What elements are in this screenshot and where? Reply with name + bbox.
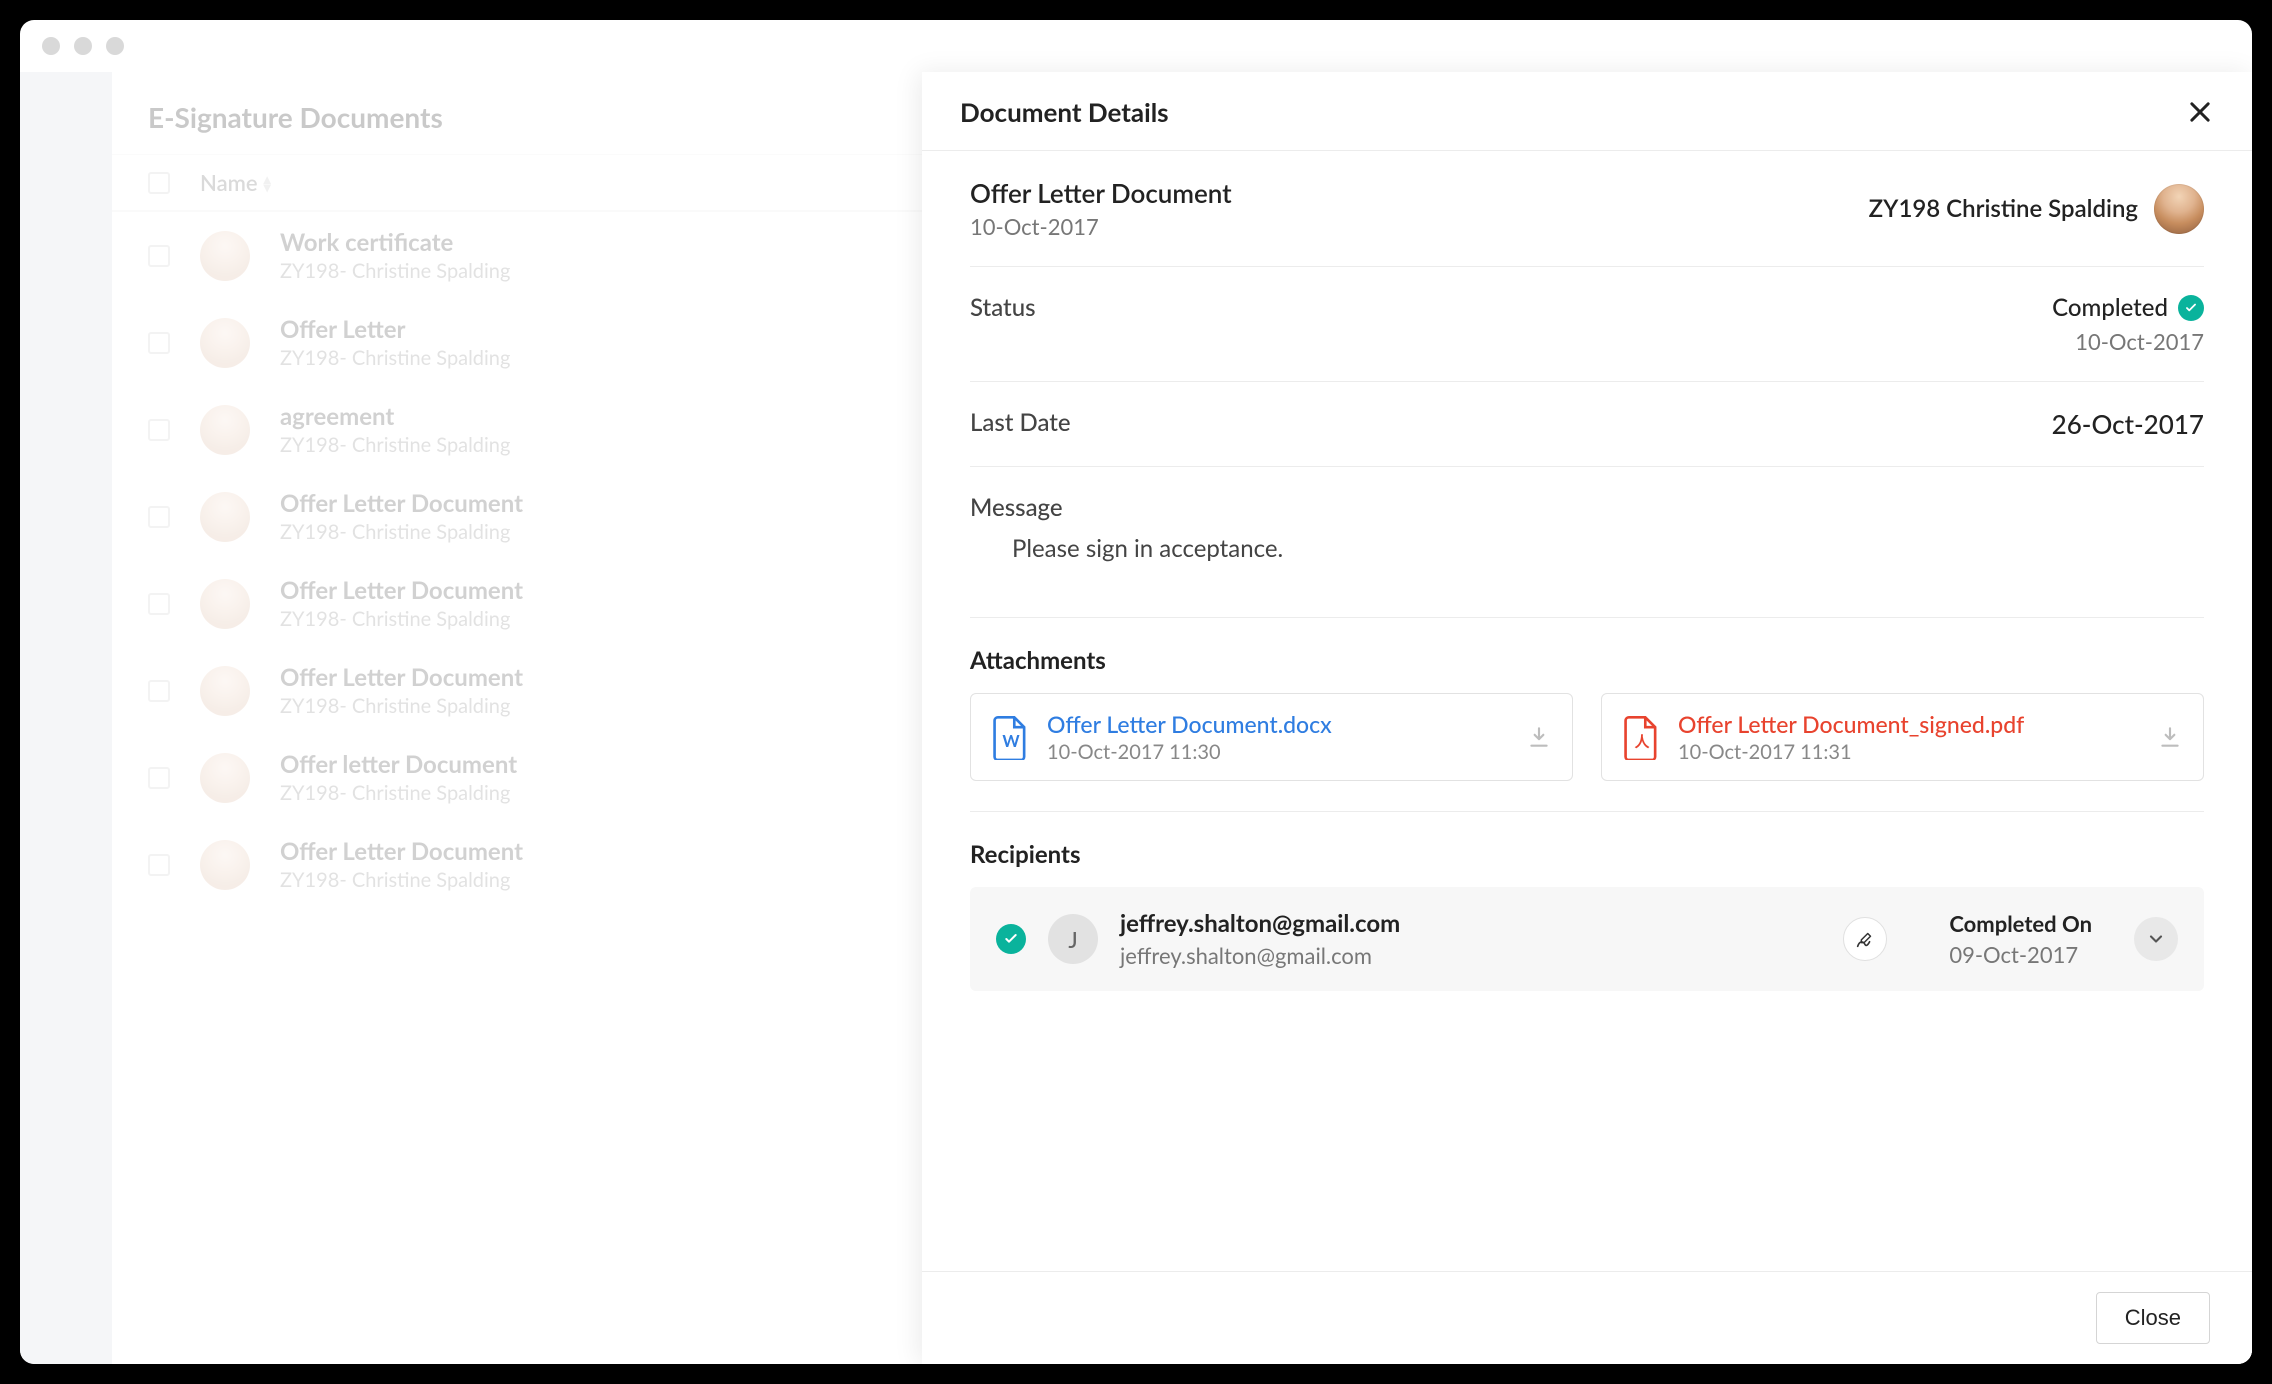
sort-icon: ▴▾ <box>264 175 271 191</box>
document-summary: Offer Letter Document 10-Oct-2017 ZY198 … <box>970 151 2204 267</box>
row-avatar <box>200 840 250 890</box>
row-subtitle: ZY198- Christine Spalding <box>280 346 510 370</box>
word-file-icon: W <box>991 714 1031 760</box>
last-date-label: Last Date <box>970 408 1071 437</box>
sign-edit-icon[interactable] <box>1843 917 1887 961</box>
row-checkbox[interactable] <box>148 506 170 528</box>
row-avatar <box>200 231 250 281</box>
row-checkbox[interactable] <box>148 854 170 876</box>
panel-footer: Close <box>922 1271 2252 1364</box>
owner-avatar <box>2154 184 2204 234</box>
row-subtitle: ZY198- Christine Spalding <box>280 520 523 544</box>
panel-header: Document Details <box>922 72 2252 151</box>
row-title: Offer Letter Document <box>280 837 523 866</box>
expand-icon[interactable] <box>2134 917 2178 961</box>
recipients-section: Recipients J jeffrey.shalton@gmail.com j… <box>970 812 2204 991</box>
row-title: Offer Letter Document <box>280 489 523 518</box>
row-avatar <box>200 318 250 368</box>
row-title: Offer letter Document <box>280 750 517 779</box>
message-section: Message Please sign in acceptance. <box>970 467 2204 618</box>
row-avatar <box>200 492 250 542</box>
traffic-light-zoom[interactable] <box>106 37 124 55</box>
recipient-completed-date: 09-Oct-2017 <box>1949 941 2092 968</box>
close-icon[interactable] <box>2186 98 2214 126</box>
recipient-completed-label: Completed On <box>1949 910 2092 937</box>
recipient-card: J jeffrey.shalton@gmail.com jeffrey.shal… <box>970 887 2204 991</box>
document-name: Offer Letter Document <box>970 177 1232 209</box>
row-title: Work certificate <box>280 228 510 257</box>
svg-text:人: 人 <box>1635 733 1650 751</box>
attachment-card[interactable]: 人 Offer Letter Document_signed.pdf 10-Oc… <box>1601 693 2204 781</box>
row-subtitle: ZY198- Christine Spalding <box>280 868 523 892</box>
status-label: Status <box>970 293 1036 322</box>
row-avatar <box>200 666 250 716</box>
row-checkbox[interactable] <box>148 332 170 354</box>
status-section: Status Completed 10-Oct-2017 <box>970 267 2204 382</box>
panel-title: Document Details <box>960 96 1169 128</box>
attachments-label: Attachments <box>970 618 2204 693</box>
attachment-name: Offer Letter Document_signed.pdf <box>1678 710 2141 738</box>
recipient-avatar: J <box>1048 914 1098 964</box>
left-nav-strip <box>20 72 112 1364</box>
column-name[interactable]: Name ▴▾ <box>200 169 271 196</box>
select-all-checkbox[interactable] <box>148 172 170 194</box>
row-title: agreement <box>280 402 510 431</box>
traffic-light-close[interactable] <box>42 37 60 55</box>
message-body: Please sign in acceptance. <box>970 522 2204 591</box>
recipients-label: Recipients <box>970 812 2204 887</box>
last-date-value: 26-Oct-2017 <box>2052 408 2204 440</box>
row-avatar <box>200 753 250 803</box>
download-icon[interactable] <box>1526 724 1552 750</box>
row-avatar <box>200 405 250 455</box>
recipient-email: jeffrey.shalton@gmail.com <box>1120 942 1821 969</box>
app-window: E-Signature Documents Name ▴▾ Work certi… <box>20 20 2252 1364</box>
row-title: Offer Letter <box>280 315 510 344</box>
row-subtitle: ZY198- Christine Spalding <box>280 607 523 631</box>
traffic-light-minimize[interactable] <box>74 37 92 55</box>
content-area: E-Signature Documents Name ▴▾ Work certi… <box>20 72 2252 1364</box>
attachment-date: 10-Oct-2017 11:31 <box>1678 740 2141 764</box>
attachment-card[interactable]: W Offer Letter Document.docx 10-Oct-2017… <box>970 693 1573 781</box>
window-titlebar <box>20 20 2252 72</box>
download-icon[interactable] <box>2157 724 2183 750</box>
close-button[interactable]: Close <box>2096 1292 2210 1344</box>
column-name-label: Name <box>200 169 258 196</box>
recipient-status-icon <box>996 924 1026 954</box>
row-title: Offer Letter Document <box>280 663 523 692</box>
row-subtitle: ZY198- Christine Spalding <box>280 259 510 283</box>
row-subtitle: ZY198- Christine Spalding <box>280 781 517 805</box>
status-date: 10-Oct-2017 <box>2052 328 2204 355</box>
attachment-name: Offer Letter Document.docx <box>1047 710 1510 738</box>
status-check-icon <box>2178 295 2204 321</box>
recipient-name: jeffrey.shalton@gmail.com <box>1120 909 1821 938</box>
document-details-panel: Document Details Offer Letter Document 1… <box>922 72 2252 1364</box>
row-title: Offer Letter Document <box>280 576 523 605</box>
message-label: Message <box>970 493 2204 522</box>
status-value: Completed <box>2052 293 2168 322</box>
panel-body: Offer Letter Document 10-Oct-2017 ZY198 … <box>922 151 2252 1271</box>
last-date-section: Last Date 26-Oct-2017 <box>970 382 2204 467</box>
row-subtitle: ZY198- Christine Spalding <box>280 694 523 718</box>
row-checkbox[interactable] <box>148 680 170 702</box>
row-checkbox[interactable] <box>148 593 170 615</box>
document-date: 10-Oct-2017 <box>970 213 1232 240</box>
svg-text:W: W <box>1002 732 1020 751</box>
row-checkbox[interactable] <box>148 419 170 441</box>
row-checkbox[interactable] <box>148 767 170 789</box>
row-avatar <box>200 579 250 629</box>
row-subtitle: ZY198- Christine Spalding <box>280 433 510 457</box>
pdf-file-icon: 人 <box>1622 714 1662 760</box>
document-owner: ZY198 Christine Spalding <box>1869 194 2138 223</box>
attachments-section: Attachments W Offer Letter Document.docx… <box>970 618 2204 812</box>
row-checkbox[interactable] <box>148 245 170 267</box>
attachment-date: 10-Oct-2017 11:30 <box>1047 740 1510 764</box>
